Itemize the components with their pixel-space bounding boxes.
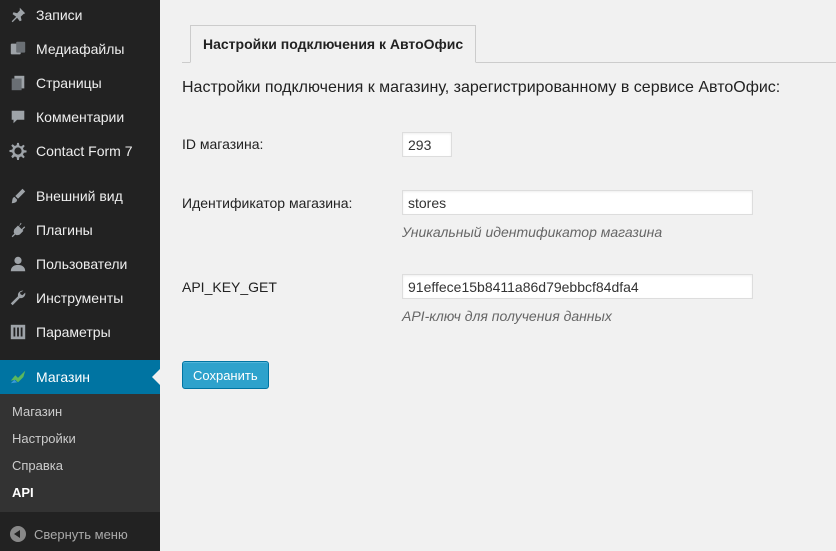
shop-id-label: ID магазина: [182,136,264,152]
api-key-label: API_KEY_GET [182,279,277,295]
shop-ident-description: Уникальный идентификатор магазина [402,224,663,240]
pin-icon [8,5,28,25]
sidebar-item-label: Инструменты [36,290,124,306]
shop-ident-label: Идентификатор магазина: [182,195,353,211]
pages-icon [8,73,28,93]
save-button[interactable]: Сохранить [182,361,269,389]
sidebar-item-label: Плагины [36,222,93,238]
sidebar-item-media[interactable]: Медиафайлы [0,32,160,66]
sidebar-item-shop[interactable]: Магазин [0,360,160,394]
submenu-item-help[interactable]: Справка [0,452,160,479]
wrench-icon [8,288,28,308]
sidebar-item-label: Параметры [36,324,111,340]
sidebar-item-tools[interactable]: Инструменты [0,281,160,315]
sidebar-item-users[interactable]: Пользователи [0,247,160,281]
sidebar-item-settings[interactable]: Параметры [0,315,160,349]
main-content: Настройки подключения к АвтоОфис Настрой… [160,0,836,551]
gear-icon [8,141,28,161]
admin-sidebar: Записи Медиафайлы Страницы Комментарии C… [0,0,160,551]
user-icon [8,254,28,274]
sidebar-item-label: Внешний вид [36,188,123,204]
shop-icon [8,367,28,387]
shop-id-field[interactable] [402,132,452,157]
menu-separator [0,349,160,360]
collapse-menu-button[interactable]: Свернуть меню [0,517,160,551]
sidebar-item-comments[interactable]: Комментарии [0,100,160,134]
sidebar-item-contact-form[interactable]: Contact Form 7 [0,134,160,168]
sidebar-item-posts[interactable]: Записи [0,0,160,32]
collapse-menu-label: Свернуть меню [34,526,128,542]
nav-tabs: Настройки подключения к АвтоОфис [182,25,836,63]
sidebar-item-plugins[interactable]: Плагины [0,213,160,247]
shop-submenu: Магазин Настройки Справка API [0,394,160,512]
tab-autooffice-settings[interactable]: Настройки подключения к АвтоОфис [190,25,477,63]
settings-intro: Настройки подключения к магазину, зареги… [182,79,781,96]
shop-ident-field[interactable] [402,190,753,215]
sidebar-item-label: Страницы [36,75,102,91]
submenu-item-settings[interactable]: Настройки [0,425,160,452]
sidebar-item-label: Contact Form 7 [36,143,133,159]
media-icon [8,39,28,59]
collapse-arrow-icon [10,526,26,542]
api-key-description: API-ключ для получения данных [402,308,612,324]
sidebar-item-label: Магазин [36,369,91,385]
sidebar-item-pages[interactable]: Страницы [0,66,160,100]
sidebar-item-appearance[interactable]: Внешний вид [0,179,160,213]
comments-icon [8,107,28,127]
sidebar-item-label: Пользователи [36,256,128,272]
sidebar-item-label: Комментарии [36,109,125,125]
sidebar-item-label: Записи [36,7,83,23]
sidebar-item-label: Медиафайлы [36,41,125,57]
menu-separator [0,168,160,179]
brush-icon [8,186,28,206]
settings-icon [8,322,28,342]
api-key-field[interactable] [402,274,753,299]
plugin-icon [8,220,28,240]
submenu-item-shop[interactable]: Магазин [0,398,160,425]
submenu-item-api[interactable]: API [0,479,160,506]
